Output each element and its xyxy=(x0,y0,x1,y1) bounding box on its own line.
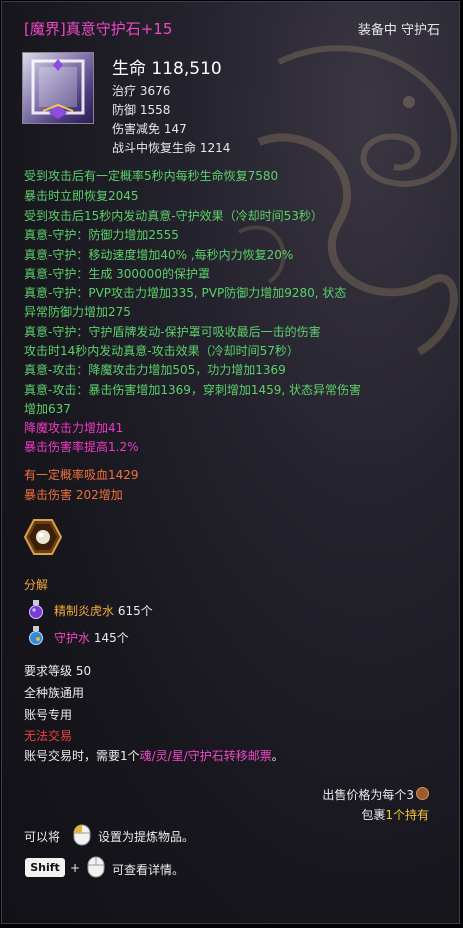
stat-line: 伤害减免 147 xyxy=(112,122,187,136)
inventory-label: 包裹 xyxy=(361,808,386,822)
effect-line: 真意-守护：守护盾牌发动-保护罩可吸收最后一击的伤害 xyxy=(24,325,321,339)
potion-icon xyxy=(29,600,43,619)
stat-hp: 生命 118,510 xyxy=(112,59,222,79)
guard-water-icon xyxy=(29,626,43,645)
decompose-label: 分解 xyxy=(24,578,49,592)
material-name: 精制炎虎水 xyxy=(54,604,115,618)
effect-line: 真意-守护：移动速度增加40% ,每秒内力恢复20% xyxy=(24,248,294,262)
item-tooltip: [魔界]真意守护石+15 装备中 守护石 生命 118,510 治疗 3676 … xyxy=(1,1,460,924)
account-trade-suffix: 。 xyxy=(271,749,284,763)
account-trade-prefix: 账号交易时，需要1个 xyxy=(24,749,140,763)
requirement-line: 要求等级 50 xyxy=(24,664,92,678)
material-count: 615个 xyxy=(117,604,153,618)
effect-line: 攻击时14秒内发动真意-攻击效果（冷却时间57秒） xyxy=(24,344,299,358)
inventory-held: 1个持有 xyxy=(385,808,429,822)
effect-line: 异常防御力增加275 xyxy=(24,305,131,319)
refine-hint-prefix: 可以将 xyxy=(24,830,61,844)
shift-key-icon: Shift xyxy=(25,858,65,877)
stat-line: 防御 1558 xyxy=(112,103,171,117)
set-bonus-line: 有一定概率吸血1429 xyxy=(24,468,139,482)
item-title: [魔界]真意守护石+15 xyxy=(24,20,173,38)
plus-sign: + xyxy=(70,861,81,875)
detail-hint-suffix: 可查看详情。 xyxy=(112,863,185,877)
material-item: 精制炎虎水 615个 xyxy=(54,602,153,619)
effect-line: 真意-守护：防御力增加2555 xyxy=(24,228,179,242)
gem-item-icon xyxy=(22,52,94,124)
requirement-line: 账号专用 xyxy=(24,708,73,722)
refine-hint-suffix: 设置为提炼物品。 xyxy=(98,830,195,844)
effect-line: 增加637 xyxy=(24,402,71,416)
material-item: 守护水 145个 xyxy=(54,629,129,646)
set-bonus-line: 暴击伤害 202增加 xyxy=(24,488,123,502)
effect-line: 暴击时立即恢复2045 xyxy=(24,189,139,203)
sell-price: 出售价格为每个3 xyxy=(322,786,429,803)
equip-status: 装备中 守护石 xyxy=(357,23,440,38)
material-name: 守护水 xyxy=(54,631,91,645)
effect-line: 受到攻击后有一定概率5秒内每秒生命恢复7580 xyxy=(24,169,279,183)
account-trade-note: 账号交易时，需要1个魂/灵/星/守护石转移邮票。 xyxy=(24,747,284,764)
bonus-line: 降魔攻击力增加41 xyxy=(24,421,124,435)
effect-line: 真意-守护：生成 300000的保护罩 xyxy=(24,267,210,281)
mouse-left-click-icon xyxy=(73,824,91,846)
stat-line: 战斗中恢复生命 1214 xyxy=(112,141,231,155)
no-trade-label: 无法交易 xyxy=(24,729,73,743)
socket-gem-icon xyxy=(24,519,62,555)
sell-price-label: 出售价格为每个3 xyxy=(322,788,414,802)
effect-line: 受到攻击后15秒内发动真意-守护效果（冷却时间53秒） xyxy=(24,209,323,223)
bonus-line: 暴击伤害率提高1.2% xyxy=(24,440,139,454)
effect-line: 真意-攻击：降魔攻击力增加505，功力增加1369 xyxy=(24,363,286,377)
mouse-icon xyxy=(87,856,105,878)
effect-line: 真意-守护：PVP攻击力增加335, PVP防御力增加9280, 状态 xyxy=(24,286,347,300)
requirement-line: 全种族通用 xyxy=(24,686,85,700)
material-count: 145个 xyxy=(93,631,129,645)
transfer-stamp-link[interactable]: 魂/灵/星/守护石转移邮票 xyxy=(140,749,272,763)
effect-line: 真意-攻击：暴击伤害增加1369，穿刺增加1459, 状态异常伤害 xyxy=(24,383,362,397)
stat-line: 治疗 3676 xyxy=(112,84,171,98)
coin-icon xyxy=(416,787,429,800)
inventory-count: 包裹1个持有 xyxy=(361,806,429,823)
